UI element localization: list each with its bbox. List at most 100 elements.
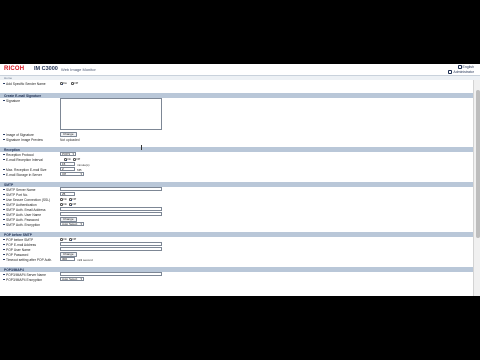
setting-label: POP3/IMAP4 Encryption	[6, 277, 43, 282]
bullet-icon	[3, 173, 5, 176]
brand-logo: RICOH	[4, 66, 25, 72]
app-header: RICOH IM C3000 Web Image Monitor English…	[0, 64, 480, 76]
auth-user-input[interactable]	[60, 212, 162, 217]
pop-email-input[interactable]	[60, 242, 162, 247]
setting-label: SMTP Authentication	[6, 202, 37, 207]
interval-unit: minute(s)	[77, 162, 90, 167]
bullet-icon	[3, 253, 5, 256]
setting-label: Use Secure Connection (SSL)	[6, 197, 51, 202]
signature-image-change-button[interactable]: Change	[60, 132, 77, 137]
bullet-icon	[3, 243, 5, 246]
setting-label: POP3/IMAP4 Server Name	[6, 272, 46, 277]
pop3-enc-select[interactable]: Auto Select	[60, 277, 84, 282]
radio-ssl-off[interactable]: Off	[69, 197, 76, 201]
bullet-icon	[3, 198, 5, 201]
pop-user-input[interactable]	[60, 247, 162, 252]
bullet-icon	[3, 258, 5, 261]
setting-label: Timeout setting after POP Auth.	[6, 257, 53, 262]
language-link[interactable]: English	[463, 65, 474, 69]
bullet-icon	[3, 248, 5, 251]
setting-row-sender-name: Add Specific Sender Name Do Off	[0, 81, 473, 86]
protocol-select[interactable]: POP3	[60, 152, 76, 157]
setting-label: Image of Signature	[6, 132, 34, 137]
bullet-icon	[3, 133, 5, 136]
auth-email-input[interactable]	[60, 207, 162, 212]
setting-label: E-mail Storage in Server	[6, 172, 42, 177]
auth-enc-select[interactable]: Auto Select	[60, 222, 84, 227]
smtp-port-input[interactable]	[60, 192, 75, 197]
interval-input[interactable]	[60, 162, 75, 167]
radio-pop-off[interactable]: Off	[69, 237, 76, 241]
setting-row-auth-enc: SMTP Auth. Encryption Auto Select	[0, 222, 473, 227]
bullet-icon	[3, 188, 5, 191]
radio-off[interactable]: Off	[71, 81, 78, 85]
max-size-unit: MB	[77, 167, 82, 172]
radio-on-icon	[69, 198, 72, 201]
bullet-icon	[3, 213, 5, 216]
setting-label: SMTP Auth. Email Address	[6, 207, 46, 212]
radio-do[interactable]: Do	[60, 81, 67, 85]
app-title: Web Image Monitor	[61, 67, 96, 72]
signature-preview-value: Not uploaded	[60, 137, 80, 142]
setting-label: Signature Image Preview	[6, 137, 43, 142]
text-cursor-icon	[141, 145, 142, 150]
bullet-icon	[3, 168, 5, 171]
radio-auth-off[interactable]: Off	[69, 202, 76, 206]
bullet-icon	[3, 238, 5, 241]
help-icon[interactable]	[457, 65, 462, 70]
setting-label: SMTP Port No.	[6, 192, 29, 197]
bullet-icon	[3, 223, 5, 226]
setting-label: POP Password	[6, 252, 29, 257]
setting-label: SMTP Auth. Password	[6, 217, 39, 222]
setting-row-pop3-enc: POP3/IMAP4 Encryption Auto Select	[0, 277, 473, 282]
setting-label: SMTP Server Name	[6, 187, 36, 192]
setting-label: Add Specific Sender Name	[6, 81, 46, 86]
setting-label: Signature	[6, 98, 21, 103]
timeout-unit: milli second	[77, 257, 93, 262]
signature-textarea[interactable]	[60, 98, 162, 130]
timeout-input[interactable]	[60, 257, 75, 262]
bullet-icon	[3, 158, 5, 161]
radio-auth-on[interactable]: On	[60, 202, 67, 206]
user-icon	[448, 70, 453, 75]
bullet-icon	[3, 82, 5, 85]
bullet-icon	[3, 278, 5, 281]
setting-row-storage: E-mail Storage in Server Off	[0, 172, 473, 177]
vertical-scrollbar[interactable]	[473, 80, 480, 296]
setting-label: Max. Reception E-mail Size	[6, 167, 47, 172]
bullet-icon	[3, 218, 5, 221]
radio-on-icon	[69, 203, 72, 206]
radio-pop-on[interactable]: On	[60, 237, 67, 241]
pop3-server-input[interactable]	[60, 272, 162, 277]
storage-select[interactable]: Off	[60, 172, 84, 177]
auth-pass-change-button[interactable]: Change	[60, 217, 77, 222]
setting-label: POP User Name	[6, 247, 31, 252]
setting-label: POP E-mail Address	[6, 242, 36, 247]
scrollbar-thumb[interactable]	[475, 90, 480, 238]
radio-off-icon	[60, 203, 63, 206]
radio-on-icon	[60, 82, 63, 85]
smtp-server-input[interactable]	[60, 187, 162, 192]
settings-content: Add Specific Sender Name Do Off Create E…	[0, 80, 473, 296]
radio-off-icon	[60, 198, 63, 201]
setting-label: SMTP Auth. User Name	[6, 212, 42, 217]
radio-off-icon	[60, 238, 63, 241]
setting-label: Reception Protocol	[6, 152, 34, 157]
bullet-icon	[3, 99, 5, 102]
bullet-icon	[3, 153, 5, 156]
bullet-icon	[3, 138, 5, 141]
setting-label: E-mail Reception Interval	[6, 157, 43, 162]
browser-viewport: RICOH IM C3000 Web Image Monitor English…	[0, 64, 480, 296]
header-user-area: English Administrator	[448, 65, 474, 75]
setting-label: POP before SMTP	[6, 237, 34, 242]
setting-row-signature-preview: Signature Image Preview Not uploaded	[0, 137, 473, 142]
radio-ssl-on[interactable]: On	[60, 197, 67, 201]
max-size-input[interactable]	[60, 167, 75, 172]
radio-interval-off[interactable]: Off	[73, 157, 80, 161]
radio-interval-on[interactable]: On	[64, 157, 71, 161]
user-link[interactable]: Administrator	[453, 70, 474, 74]
pop-pass-change-button[interactable]: Change	[60, 252, 77, 257]
setting-label: SMTP Auth. Encryption	[6, 222, 41, 227]
bullet-icon	[3, 203, 5, 206]
setting-row-timeout: Timeout setting after POP Auth. milli se…	[0, 257, 473, 262]
